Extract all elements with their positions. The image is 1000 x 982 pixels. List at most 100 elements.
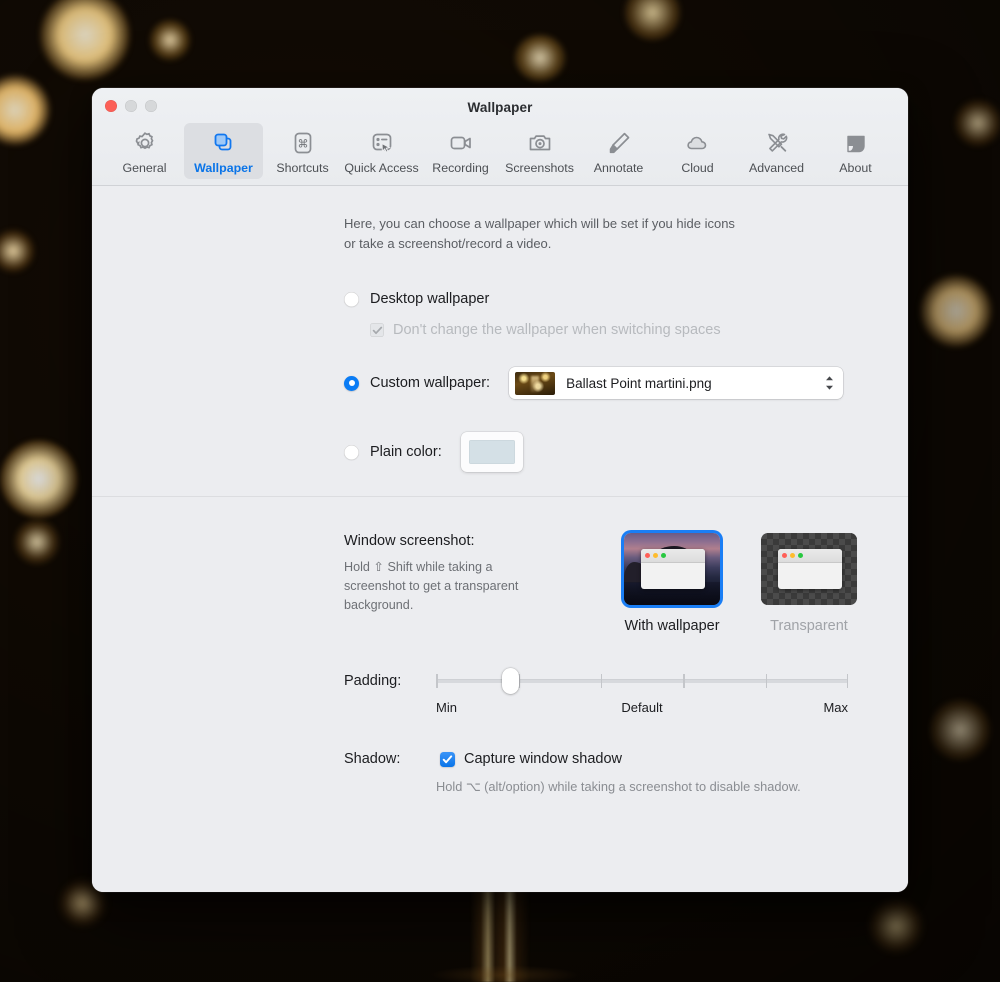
radio-custom-wallpaper[interactable]: Custom wallpaper: Ballast Point martini.… [344,367,908,399]
wallpaper-file-name: Ballast Point martini.png [566,376,712,391]
padding-slider[interactable] [436,668,848,694]
slider-tick [847,674,849,688]
tools-icon [764,128,790,158]
gear-icon [132,128,158,158]
cloud-icon [685,128,711,158]
window-screenshot-label: Window screenshot: [344,533,610,549]
checkbox-dont-change-spaces[interactable]: Don't change the wallpaper when switchin… [370,322,908,338]
scale-max-label: Max [823,700,848,715]
slider-knob[interactable] [502,668,519,694]
tab-label: General [122,161,166,175]
checkbox-capture-window-shadow[interactable] [440,752,455,767]
slider-track[interactable] [436,679,848,683]
radio-button-selected[interactable] [344,376,359,391]
mini-zoom-dot [798,553,803,558]
window-screenshot-hint: Hold ⇧ Shift while taking a screenshot t… [344,558,544,615]
wallpaper-thumbnail [515,372,555,395]
tab-cloud[interactable]: Cloud [658,123,737,179]
padding-label: Padding: [344,673,401,689]
tab-recording[interactable]: Recording [421,123,500,179]
option-with-wallpaper[interactable]: With wallpaper [624,533,720,634]
tab-general[interactable]: General [105,123,184,179]
tab-screenshots[interactable]: Screenshots [500,123,579,179]
tab-label: About [839,161,871,175]
option-caption: Transparent [770,618,848,634]
checkbox-label: Capture window shadow [464,751,622,767]
padding-row: Padding: [344,668,908,694]
description-line-1: Here, you can choose a wallpaper which w… [344,214,804,234]
title-bar: Wallpaper General Wallpaper [92,88,908,186]
tab-quick-access[interactable]: Quick Access [342,123,421,179]
slider-tick [601,674,603,688]
mini-close-dot [645,553,650,558]
bokeh-light [0,75,50,145]
mini-window-preview [778,549,841,589]
transparent-thumbnail[interactable] [761,533,857,605]
bokeh-light [0,230,34,272]
radio-plain-color[interactable]: Plain color: [344,432,908,472]
traffic-light-controls[interactable] [105,100,157,112]
screenshot-options-panel: Window screenshot: Hold ⇧ Shift while ta… [92,497,908,795]
page-title: Wallpaper [92,88,908,115]
tab-label: Screenshots [505,161,574,175]
tab-label: Quick Access [344,161,418,175]
plain-color-well[interactable] [461,432,523,472]
minimize-button[interactable] [125,100,137,112]
radio-label: Plain color: [370,444,442,460]
tab-label: Wallpaper [194,161,253,175]
mini-window-titlebar [778,549,841,563]
bokeh-light [15,520,59,564]
slider-tick [766,674,768,688]
bokeh-light [870,900,922,952]
window-screenshot-options: With wallpaper [624,533,857,634]
tab-label: Shortcuts [276,161,328,175]
wallpaper-file-popup-button[interactable]: Ballast Point martini.png [509,367,843,399]
tab-shortcuts[interactable]: ⌘ Shortcuts [263,123,342,179]
radio-label: Custom wallpaper: [370,375,490,391]
mini-close-dot [782,553,787,558]
zoom-button[interactable] [145,100,157,112]
mini-zoom-dot [661,553,666,558]
video-camera-icon [448,128,474,158]
tab-label: Annotate [594,161,644,175]
radio-button-unselected[interactable] [344,445,359,460]
bokeh-light [955,100,1000,146]
radio-desktop-wallpaper[interactable]: Desktop wallpaper [344,291,908,307]
windows-icon [211,128,237,158]
preferences-toolbar: General Wallpaper ⌘ Sho [92,115,908,179]
with-wallpaper-thumbnail[interactable] [624,533,720,605]
bokeh-light [625,0,680,40]
command-key-icon: ⌘ [290,128,316,158]
preferences-window: Wallpaper General Wallpaper [92,88,908,892]
bokeh-light [0,440,78,518]
shadow-row: Shadow: Capture window shadow [344,750,908,768]
close-button[interactable] [105,100,117,112]
bokeh-light [920,275,992,347]
tab-label: Cloud [681,161,713,175]
shadow-label: Shadow: [344,751,400,767]
bokeh-light [515,35,565,81]
padding-scale-labels: Min Default Max [436,700,848,718]
checkbox-label: Don't change the wallpaper when switchin… [393,322,721,338]
tab-advanced[interactable]: Advanced [737,123,816,179]
option-caption: With wallpaper [624,618,719,634]
chevron-updown-icon [824,375,835,391]
mini-minimize-dot [653,553,658,558]
mini-minimize-dot [790,553,795,558]
scale-default-label: Default [621,700,662,715]
checkbox-checked-disabled[interactable] [370,323,384,337]
description-line-2: or take a screenshot/record a video. [344,234,804,254]
radio-button-unselected[interactable] [344,292,359,307]
page-curl-icon [843,128,869,158]
tab-label: Advanced [749,161,804,175]
tab-wallpaper[interactable]: Wallpaper [184,123,263,179]
mini-window-preview [641,549,704,589]
tab-annotate[interactable]: Annotate [579,123,658,179]
bokeh-light [150,20,190,60]
tab-label: Recording [432,161,488,175]
option-transparent[interactable]: Transparent [761,533,857,634]
wallpaper-panel: Here, you can choose a wallpaper which w… [92,186,908,497]
wallpaper-description: Here, you can choose a wallpaper which w… [344,214,804,254]
tab-about[interactable]: About [816,123,895,179]
mini-window-titlebar [641,549,704,563]
